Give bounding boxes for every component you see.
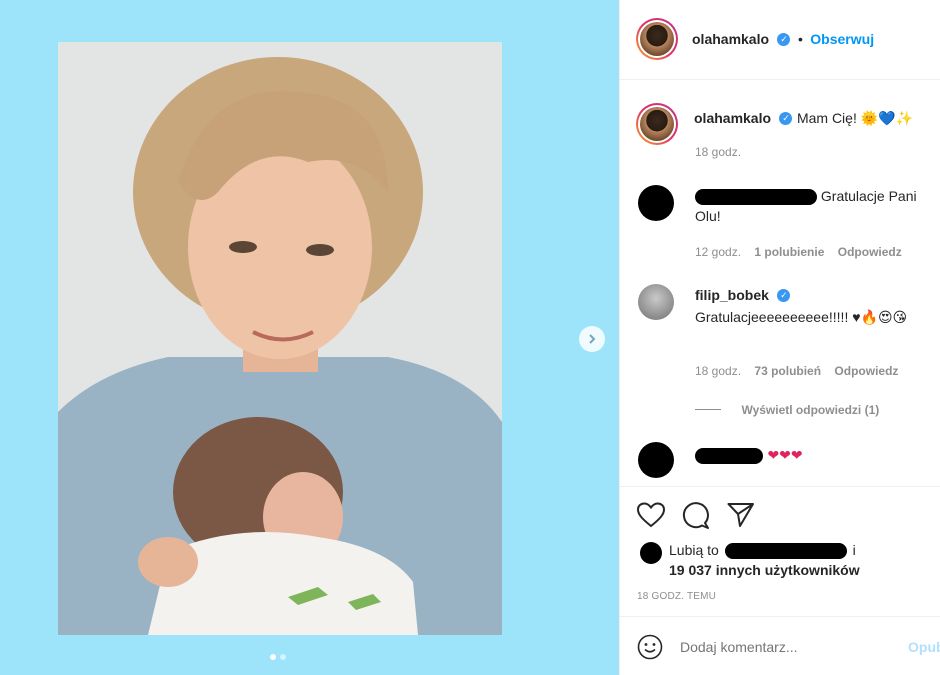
comment-3-text: ❤❤❤ (767, 447, 803, 463)
commenter-avatar-redacted[interactable] (638, 185, 674, 221)
comment-2-username[interactable]: filip_bobek (695, 287, 769, 303)
author-username[interactable]: olahamkalo (692, 31, 769, 47)
share-button[interactable] (727, 502, 755, 533)
follow-button[interactable]: Obserwuj (810, 31, 874, 47)
comment-input[interactable] (680, 635, 880, 659)
liked-by-prefix: Lubią to (669, 542, 719, 558)
comment-2-likes[interactable]: 73 polubień (754, 364, 821, 378)
post-timestamp: 18 GODZ. TEMU (637, 591, 717, 602)
chevron-right-icon (589, 334, 596, 344)
comment-button[interactable] (682, 502, 710, 535)
side-panel: olahamkalo ✓ • Obserwuj olahamkalo ✓ Mam… (619, 0, 940, 675)
caption-text: Mam Cię! 🌞💙✨ (796, 110, 914, 126)
comment-1-meta: 12 godz. 1 polubienie Odpowiedz (695, 245, 902, 259)
redacted-username (724, 543, 847, 560)
comment-2-reply[interactable]: Odpowiedz (834, 364, 898, 378)
caption-time: 18 godz. (695, 145, 742, 159)
view-replies-label[interactable]: Wyświetl odpowiedzi (1) (741, 403, 879, 417)
commenter-avatar-redacted[interactable] (638, 442, 674, 478)
commenter-avatar[interactable] (638, 284, 674, 320)
comment-2-time: 18 godz. (695, 364, 742, 378)
photo-illustration (58, 42, 502, 635)
view-replies-line (695, 409, 721, 411)
comment-3: ❤❤❤ (695, 445, 803, 465)
redacted-username (695, 447, 763, 464)
comment-1-likes[interactable]: 1 polubienie (754, 245, 824, 259)
carousel-dot (280, 654, 286, 660)
view-replies[interactable]: Wyświetl odpowiedzi (1) (695, 401, 879, 419)
likes-count[interactable]: 19 037 innych użytkowników (669, 562, 860, 578)
post-comment-button[interactable]: Opublikuj (908, 639, 940, 655)
comment-bubble-icon (682, 502, 709, 529)
carousel-dots (270, 654, 286, 660)
actions-section: Lubią to i 19 037 innych użytkowników 18… (620, 486, 940, 616)
comment-1-reply[interactable]: Odpowiedz (838, 245, 902, 259)
emoji-button[interactable] (637, 634, 663, 665)
carousel-dot-active (270, 654, 276, 660)
redacted-username (695, 189, 817, 206)
comment-2: filip_bobek ✓ Gratulacjeeeeeeeeee!!!!! ♥… (695, 287, 931, 327)
comment-1: Gratulacje Pani Olu! (695, 186, 931, 226)
caption-username[interactable]: olahamkalo (694, 110, 771, 126)
comment-1-time: 12 godz. (695, 245, 742, 259)
liked-by-suffix: i (852, 542, 856, 558)
smiley-icon (637, 634, 663, 660)
paper-plane-icon (727, 503, 754, 527)
verified-badge-icon: ✓ (777, 33, 791, 47)
comment-2-text: Gratulacjeeeeeeeeee!!!!! ♥🔥😍😘 (695, 309, 908, 325)
liker-avatar[interactable] (640, 542, 662, 564)
author-avatar[interactable] (636, 18, 678, 60)
comment-2-meta: 18 godz. 73 polubień Odpowiedz (695, 364, 898, 378)
add-comment-bar: Opublikuj (620, 616, 940, 675)
post-photo (58, 42, 502, 635)
verified-badge-icon: ✓ (779, 112, 793, 126)
caption-avatar[interactable] (636, 103, 678, 145)
liked-by: Lubią to i (669, 542, 856, 560)
post-header: olahamkalo ✓ • Obserwuj (620, 0, 940, 80)
heart-icon (636, 502, 666, 528)
next-image-button[interactable] (579, 326, 605, 352)
caption: olahamkalo ✓ Mam Cię! 🌞💙✨ (694, 108, 939, 128)
verified-badge-icon: ✓ (777, 289, 791, 303)
media-panel (0, 0, 619, 675)
like-button[interactable] (636, 502, 666, 533)
